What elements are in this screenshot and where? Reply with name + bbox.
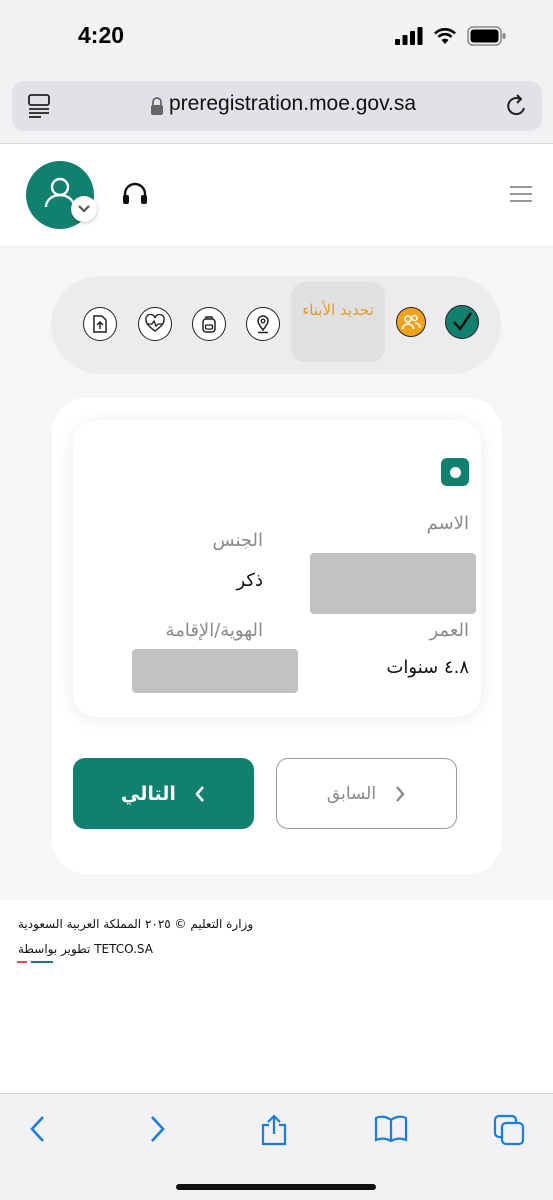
wifi-icon [434, 28, 456, 44]
next-button[interactable]: التالي [73, 758, 254, 829]
home-indicator [176, 1184, 376, 1190]
chevron-left-icon [195, 785, 204, 802]
url-text[interactable]: preregistration.moe.gov.sa [169, 92, 416, 116]
age-value: ٤.٨ سنوات [386, 657, 469, 678]
bookmarks-icon[interactable] [374, 1114, 408, 1144]
battery-icon [467, 26, 506, 46]
forward-icon[interactable] [147, 1114, 167, 1144]
address-bar[interactable]: preregistration.moe.gov.sa [12, 81, 542, 131]
signal-icon [395, 27, 423, 45]
status-time: 4:20 [78, 22, 125, 48]
step-upload[interactable] [83, 307, 117, 341]
health-icon [145, 314, 165, 332]
step-children-indicator[interactable] [396, 307, 426, 337]
users-icon [401, 314, 421, 330]
share-icon[interactable] [259, 1114, 289, 1146]
previous-button-label: السابق [326, 783, 377, 804]
status-icons [395, 26, 507, 46]
step-location[interactable] [246, 307, 280, 341]
id-value-redacted [132, 649, 298, 693]
step-select-children[interactable]: تحديد الأبناء [291, 282, 385, 362]
footer-developer[interactable]: تطوير بواسطة TETCO.SA [18, 942, 153, 956]
child-card[interactable]: الاسم الجنس ذكر العمر ٤.٨ سنوات الهوية/ا… [73, 420, 481, 717]
footer-copyright: وزارة التعليم © ٢٠٢٥ المملكة العربية الس… [18, 917, 254, 931]
checkbox-dot [449, 466, 461, 478]
tabs-icon[interactable] [493, 1114, 525, 1146]
id-label: الهوية/الإقامة [165, 620, 263, 641]
reload-icon[interactable] [506, 94, 528, 118]
registration-stepper: تحديد الأبناء [51, 276, 501, 374]
status-bar: 4:20 [0, 0, 553, 76]
back-icon[interactable] [28, 1114, 48, 1144]
name-label: الاسم [426, 513, 469, 534]
check-icon [453, 312, 473, 332]
chevron-down-icon [78, 205, 90, 213]
step-health[interactable] [138, 307, 172, 341]
step-completed[interactable] [445, 305, 479, 339]
menu-icon[interactable] [509, 185, 533, 203]
footer-line-red [17, 961, 27, 963]
location-icon [257, 315, 269, 334]
age-label: العمر [429, 620, 469, 641]
step-backpack[interactable] [192, 307, 226, 341]
step-active-label: تحديد الأبناء [302, 301, 374, 319]
headset-icon[interactable] [121, 181, 149, 207]
upload-icon [93, 315, 107, 333]
gender-value: ذكر [236, 570, 263, 591]
next-button-label: التالي [121, 782, 176, 805]
gender-label: الجنس [212, 530, 263, 551]
page-menu-icon[interactable] [28, 94, 50, 118]
footer-brand-lines [17, 961, 53, 963]
previous-button[interactable]: السابق [276, 758, 457, 829]
lock-icon [151, 97, 163, 115]
name-value-redacted [310, 553, 476, 614]
footer-line-green [31, 961, 53, 963]
main-card: الاسم الجنس ذكر العمر ٤.٨ سنوات الهوية/ا… [52, 398, 502, 874]
child-select-checkbox[interactable] [441, 458, 469, 486]
browser-chrome: preregistration.moe.gov.sa [0, 76, 553, 144]
avatar-chevron[interactable] [71, 196, 97, 222]
chevron-right-icon [396, 785, 405, 802]
site-header [0, 145, 553, 245]
backpack-icon [202, 316, 216, 333]
